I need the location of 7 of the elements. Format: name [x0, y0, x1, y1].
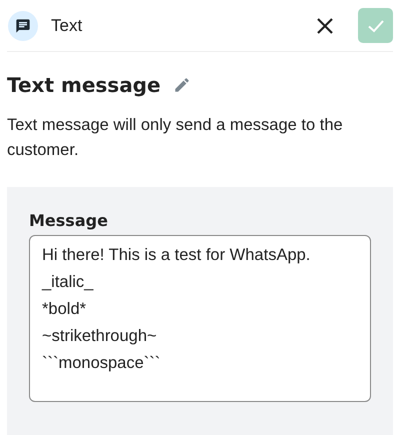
page-title: Text message [7, 73, 161, 97]
header-title: Text [51, 16, 84, 36]
edit-icon[interactable] [172, 76, 191, 94]
description-text: Text message will only send a message to the customer. [7, 115, 344, 161]
message-label: Message [29, 211, 109, 230]
message-field[interactable]: Hi there! This is a test for WhatsApp. _italic_ *bold* ~strikethrough~ ```monospace``` [29, 235, 371, 402]
chat-icon [8, 10, 38, 40]
